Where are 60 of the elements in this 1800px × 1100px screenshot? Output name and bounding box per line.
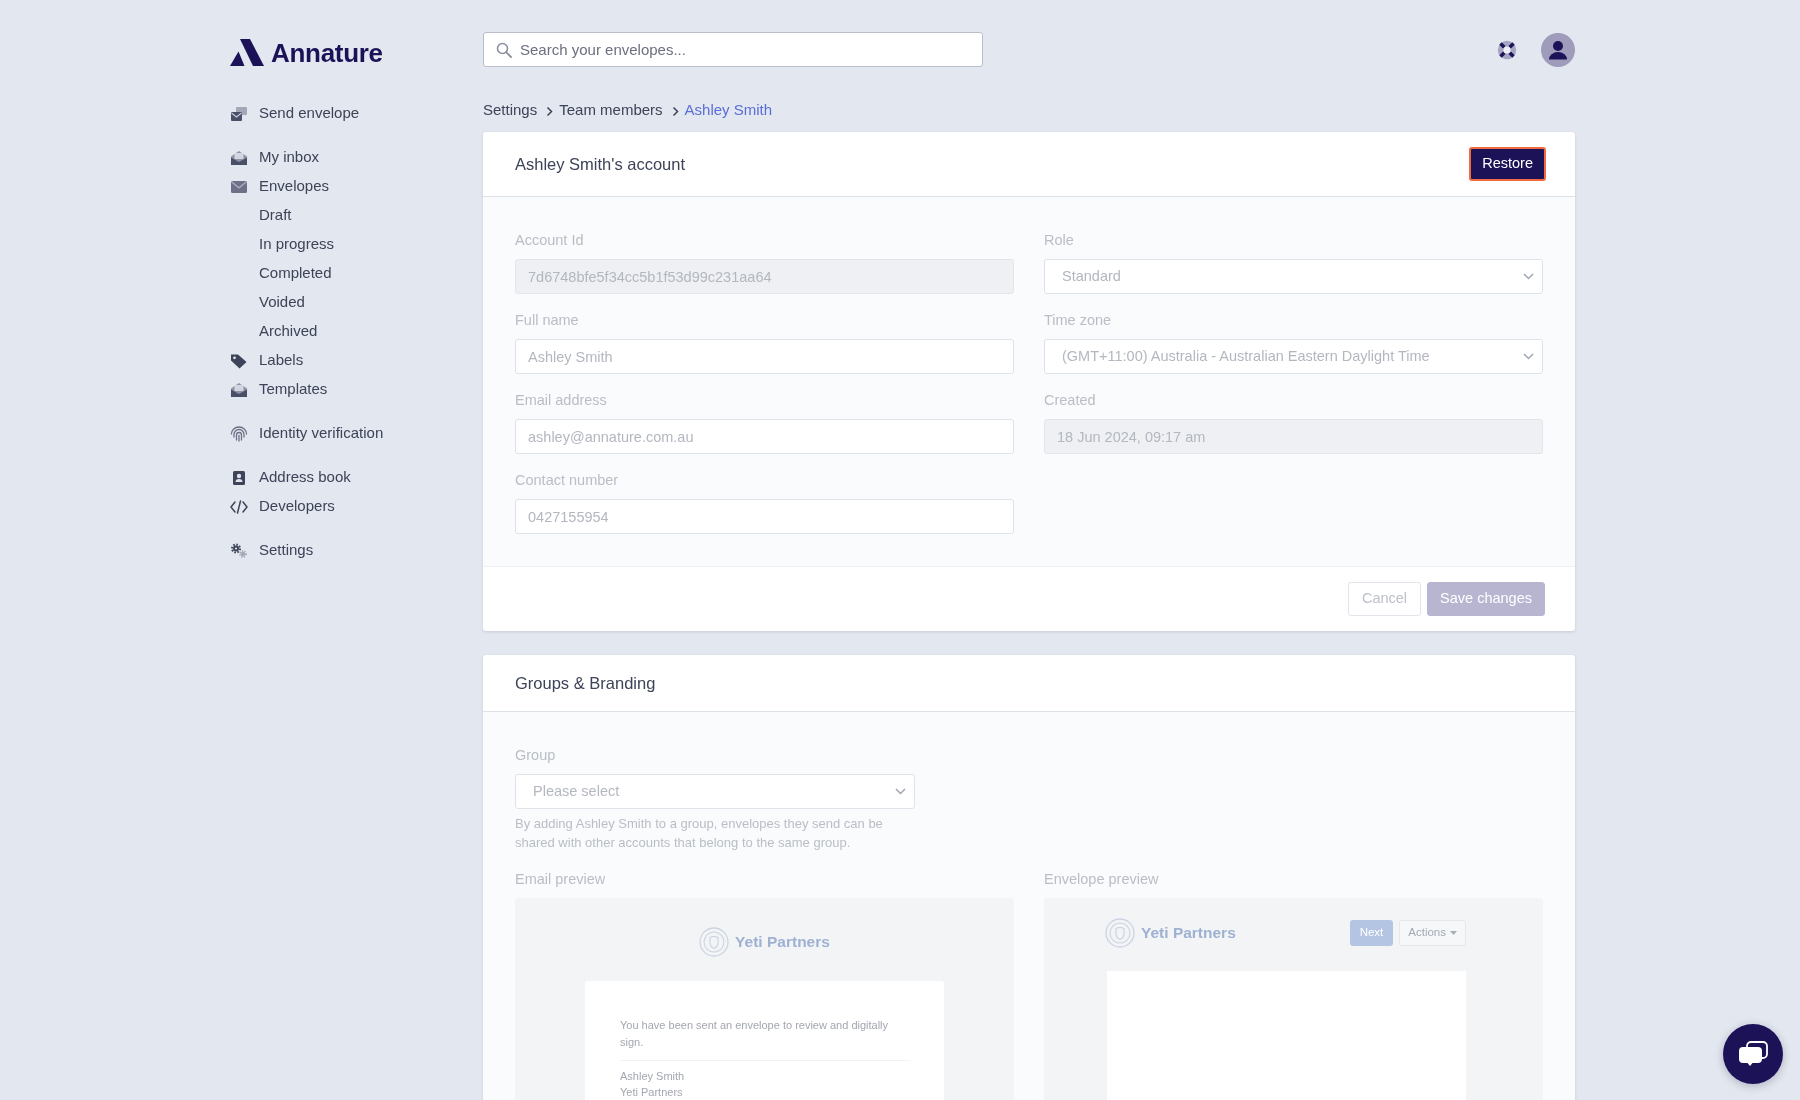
envelopes-stack-icon — [230, 105, 248, 122]
nav-item[interactable]: Settings — [230, 536, 314, 565]
logo-icon[interactable] — [230, 39, 264, 66]
fingerprint-icon — [230, 425, 248, 442]
search-field[interactable]: Search your envelopes... — [483, 32, 983, 67]
field-label: Account Id — [515, 231, 584, 250]
field-label: Role — [1044, 231, 1074, 250]
nav-subitem[interactable]: Voided — [259, 288, 305, 317]
caret-down-icon — [1450, 931, 1457, 935]
chevron-right-icon — [546, 105, 554, 117]
chevron-right-icon — [671, 105, 679, 117]
nav-subitem[interactable]: In progress — [259, 230, 335, 259]
brand-name: Yeti Partners — [1141, 923, 1236, 944]
email-message: You have been sent an envelope to review and digitally sign. — [620, 1018, 890, 1050]
code-icon — [230, 498, 248, 515]
field-label: Time zone — [1044, 311, 1112, 330]
address-book-icon — [230, 469, 248, 486]
brand-name: Yeti Partners — [735, 932, 830, 953]
field-label: Created — [1044, 391, 1096, 410]
open-envelope-icon — [230, 381, 248, 398]
envelope-icon — [230, 178, 248, 195]
nav-item[interactable]: Templates — [230, 375, 328, 404]
breadcrumb-link[interactable]: Ashley Smith — [684, 100, 773, 120]
preview-label: Email preview — [515, 870, 606, 889]
card-title: Groups & Branding — [515, 672, 656, 694]
nav-item[interactable]: My inbox — [230, 143, 320, 172]
tag-icon — [230, 352, 248, 369]
avatar-icon[interactable] — [1541, 32, 1575, 67]
breadcrumb-link[interactable]: Settings — [483, 100, 538, 120]
open-envelope-icon — [230, 149, 248, 166]
nav-subitem[interactable]: Archived — [259, 317, 318, 346]
nav-item[interactable]: Envelopes — [230, 172, 330, 201]
chevron-down-icon — [1523, 353, 1534, 360]
nav-subitem[interactable]: Draft — [259, 201, 292, 230]
chevron-down-icon — [895, 788, 906, 795]
chat-button[interactable] — [1723, 1024, 1783, 1084]
settings-icon — [230, 542, 248, 559]
chat-bubbles-icon — [1738, 1041, 1768, 1067]
nav-item[interactable]: Developers — [230, 492, 335, 521]
preview-label: Envelope preview — [1044, 870, 1159, 889]
field-label: Contact number — [515, 471, 619, 490]
card-title: Ashley Smith's account — [515, 153, 686, 175]
nav-item[interactable]: Identity verification — [230, 419, 384, 448]
breadcrumb-link[interactable]: Team members — [559, 100, 663, 120]
help-text: By adding Ashley Smith to a group, envelopes they send can be shared with other accounts that belong to the same group. — [515, 815, 884, 852]
field-label: Email address — [515, 391, 607, 410]
shield-logo-icon — [1105, 918, 1135, 948]
nav-subitem[interactable]: Completed — [259, 259, 332, 288]
field-label: Full name — [515, 311, 579, 330]
sender-name: Ashley Smith — [620, 1069, 686, 1084]
chevron-down-icon — [1523, 273, 1534, 280]
nav-item[interactable]: Address book — [230, 463, 351, 492]
shield-logo-icon — [699, 927, 730, 957]
nav-item[interactable]: Send envelope — [230, 99, 360, 128]
nav-item[interactable]: Labels — [230, 346, 304, 375]
logo-wordmark[interactable]: Annature — [271, 39, 383, 66]
lifebuoy-icon[interactable] — [1497, 39, 1517, 60]
search-icon — [496, 42, 512, 58]
field-label: Group — [515, 746, 556, 765]
sender-company: Yeti Partners — [620, 1085, 684, 1100]
